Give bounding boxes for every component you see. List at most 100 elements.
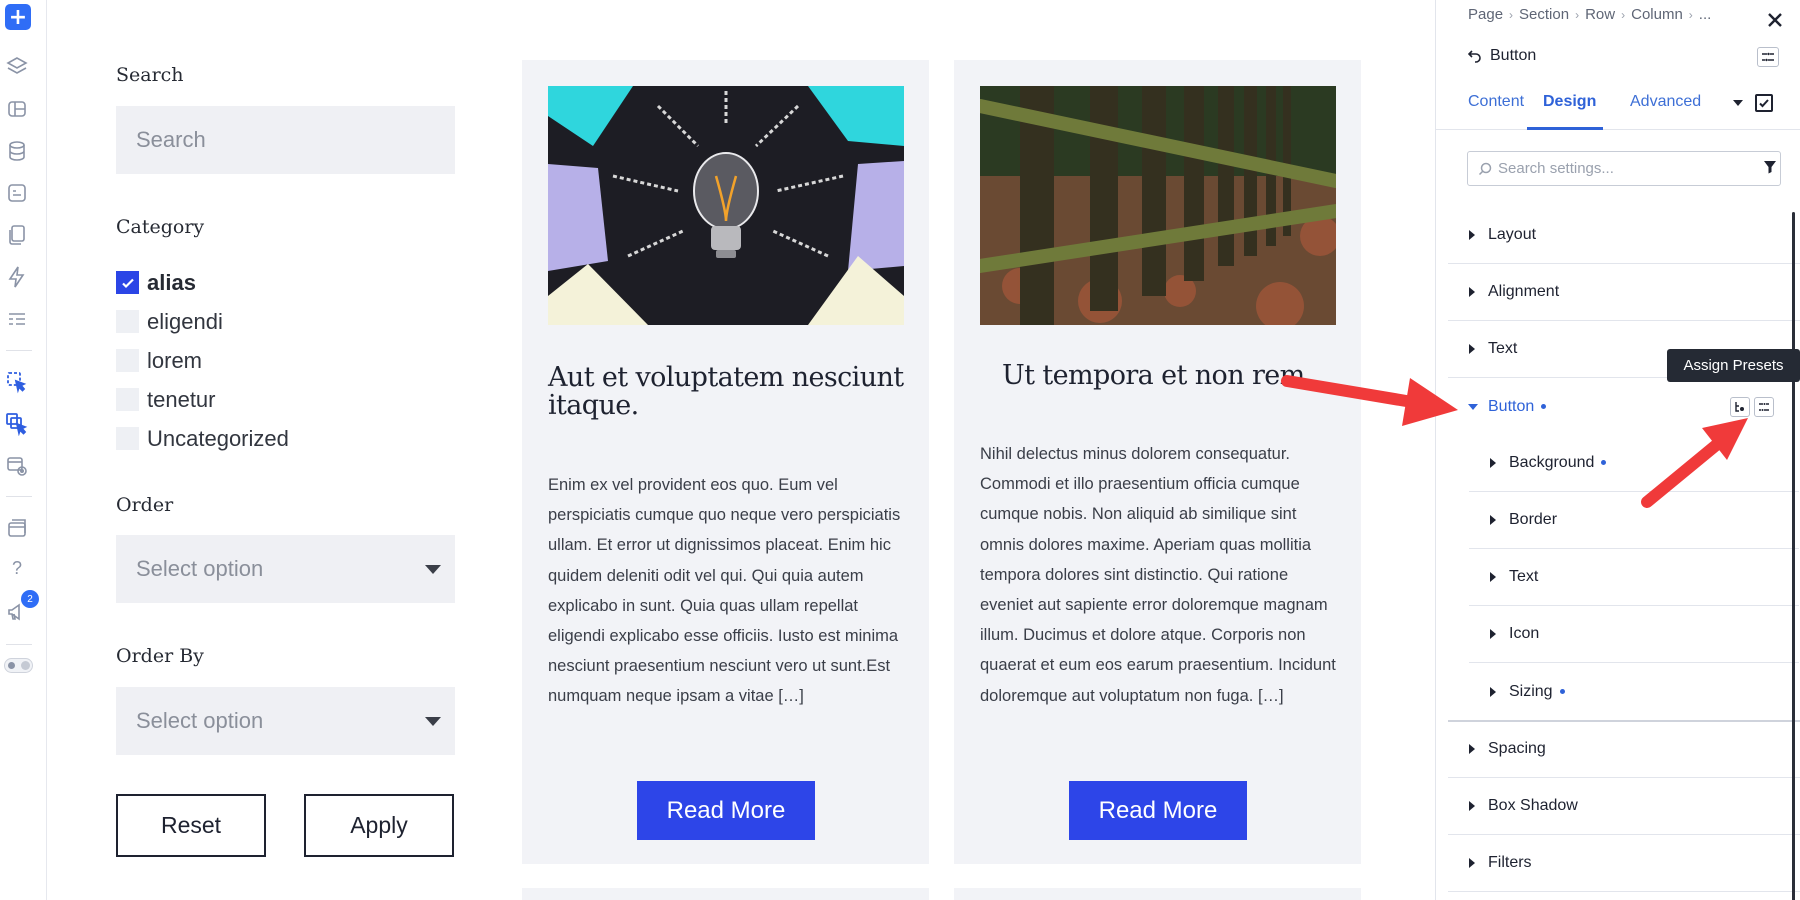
caret-right-icon	[1490, 515, 1496, 525]
checkbox[interactable]	[116, 349, 139, 372]
order-by-select[interactable]: Select option	[116, 687, 455, 755]
subsection-label: Text	[1509, 568, 1539, 585]
breadcrumb-item[interactable]: Column	[1631, 6, 1683, 23]
chevron-right-icon: ›	[1621, 7, 1626, 22]
settings-search-input[interactable]: Search settings...	[1467, 151, 1781, 186]
pages-icon[interactable]	[5, 223, 29, 247]
database-icon[interactable]	[5, 139, 29, 163]
checkbox[interactable]	[116, 310, 139, 333]
breadcrumb-item[interactable]: ...	[1699, 6, 1712, 23]
add-icon[interactable]: +	[5, 4, 31, 30]
search-icon	[1478, 162, 1492, 176]
category-list: alias eligendi lorem tenetur Uncategoriz…	[116, 263, 289, 458]
chevron-right-icon: ›	[1575, 7, 1580, 22]
section-button[interactable]: Button	[1448, 378, 1800, 435]
panel-tabs: Content Design Advanced	[1436, 86, 1800, 130]
close-icon[interactable]	[1764, 1, 1786, 38]
templates-icon[interactable]	[5, 516, 29, 540]
modules-icon[interactable]	[5, 181, 29, 205]
category-item[interactable]: Uncategorized	[116, 419, 289, 458]
checkbox[interactable]	[116, 427, 139, 450]
presets-icon[interactable]	[1757, 47, 1779, 67]
modified-indicator	[1559, 688, 1565, 694]
back-arrow-icon[interactable]	[1468, 49, 1482, 63]
subsection-text[interactable]: Text	[1469, 549, 1799, 606]
post-card	[522, 888, 929, 900]
active-tab-indicator	[1527, 127, 1603, 130]
post-image-fence[interactable]	[980, 86, 1336, 325]
category-label: eligendi	[147, 308, 223, 334]
category-item[interactable]: eligendi	[116, 302, 289, 341]
breadcrumb-item[interactable]: Page	[1468, 6, 1503, 23]
chevron-down-icon	[425, 565, 441, 574]
preview-icon[interactable]	[5, 454, 29, 478]
modified-indicator	[1541, 403, 1547, 409]
panel-scrollbar[interactable]	[1792, 212, 1795, 900]
checkbox-checked[interactable]	[116, 271, 139, 294]
chevron-down-icon	[425, 717, 441, 726]
subsection-label: Icon	[1509, 625, 1540, 642]
post-excerpt: Nihil delectus minus dolorem consequatur…	[980, 445, 1336, 705]
assign-presets-icon[interactable]	[1754, 397, 1774, 417]
layouts-icon[interactable]	[5, 97, 29, 121]
post-image-lightbulb[interactable]	[548, 86, 904, 325]
click-cursor-icon[interactable]	[5, 370, 29, 394]
help-icon[interactable]: ?	[5, 558, 29, 582]
apply-button[interactable]: Apply	[304, 794, 454, 857]
subsection-icon[interactable]: Icon	[1469, 606, 1799, 663]
section-layout[interactable]: Layout	[1448, 207, 1800, 264]
modified-indicator	[1601, 460, 1607, 466]
subsection-background[interactable]: Background	[1469, 435, 1799, 492]
checkbox[interactable]	[116, 388, 139, 411]
post-card: Ut tempora et non rem. Nihil delectus mi…	[954, 60, 1361, 864]
search-label: Search	[116, 64, 184, 86]
tab-design[interactable]: Design	[1543, 93, 1596, 111]
reset-button[interactable]: Reset	[116, 794, 266, 857]
caret-right-icon	[1469, 287, 1475, 297]
post-title[interactable]: Aut et voluptatem nesciunt itaque.	[548, 364, 904, 420]
breadcrumb-item[interactable]: Section	[1519, 6, 1569, 23]
builder-toolbar-rail: + ? 2	[0, 0, 47, 900]
category-label: tenetur	[147, 386, 216, 412]
panel-header: Button	[1468, 47, 1536, 65]
rail-divider	[6, 644, 32, 645]
section-box-shadow[interactable]: Box Shadow	[1448, 778, 1800, 835]
category-item[interactable]: tenetur	[116, 380, 289, 419]
read-more-button[interactable]: Read More	[1069, 781, 1247, 840]
search-input[interactable]: Search	[116, 106, 455, 174]
multi-cursor-icon[interactable]	[5, 412, 29, 437]
subsection-sizing[interactable]: Sizing	[1469, 663, 1799, 720]
order-select[interactable]: Select option	[116, 535, 455, 603]
section-label: Box Shadow	[1488, 797, 1578, 814]
layers-icon[interactable]	[5, 55, 29, 79]
section-label: Filters	[1488, 854, 1532, 871]
post-card: Aut et voluptatem nesciunt itaque. Enim …	[522, 60, 929, 864]
order-label: Order	[116, 494, 174, 516]
subsection-label: Background	[1509, 454, 1607, 472]
list-icon[interactable]	[5, 307, 29, 331]
section-label: Text	[1488, 340, 1518, 357]
post-title[interactable]: Ut tempora et non rem.	[1002, 362, 1358, 390]
category-item[interactable]: alias	[116, 263, 289, 302]
tab-advanced[interactable]: Advanced	[1630, 93, 1701, 111]
section-alignment[interactable]: Alignment	[1448, 264, 1800, 321]
lightning-icon[interactable]	[5, 265, 29, 289]
breadcrumb-item[interactable]: Row	[1585, 6, 1615, 23]
copy-style-icon[interactable]	[1730, 397, 1750, 417]
section-spacing[interactable]: Spacing	[1448, 721, 1800, 778]
category-label: Category	[116, 216, 205, 238]
caret-right-icon	[1490, 572, 1496, 582]
read-more-button[interactable]: Read More	[637, 781, 815, 840]
subsection-border[interactable]: Border	[1469, 492, 1799, 549]
rail-divider	[6, 496, 32, 497]
dark-mode-toggle-icon[interactable]	[4, 658, 33, 673]
caret-right-icon	[1469, 344, 1475, 354]
chevron-down-icon[interactable]	[1733, 100, 1743, 106]
filter-icon[interactable]	[1763, 160, 1777, 179]
category-item[interactable]: lorem	[116, 341, 289, 380]
category-label: alias	[147, 269, 196, 295]
section-filters[interactable]: Filters	[1448, 835, 1800, 892]
section-label: Alignment	[1488, 283, 1560, 300]
tab-content[interactable]: Content	[1468, 93, 1524, 111]
checkbox-icon[interactable]	[1755, 94, 1773, 112]
